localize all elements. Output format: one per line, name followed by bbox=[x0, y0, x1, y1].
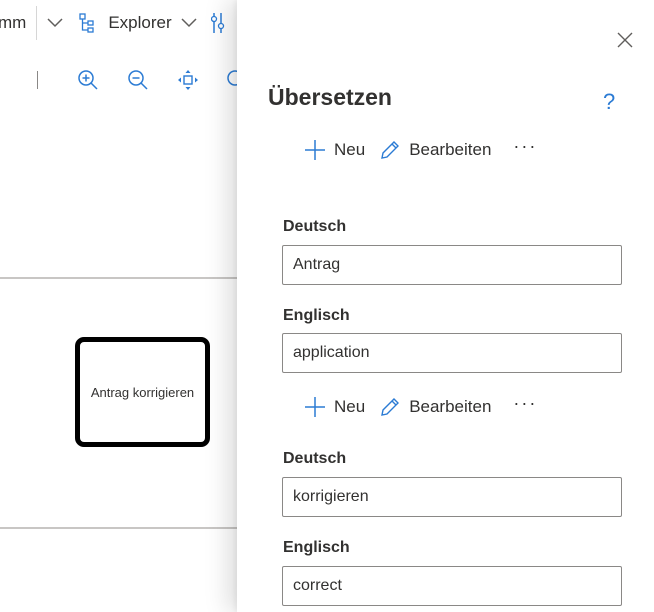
help-icon[interactable]: ? bbox=[603, 90, 615, 114]
task-shape[interactable]: Antrag korrigieren bbox=[75, 337, 210, 447]
english-field-label: Englisch bbox=[283, 539, 350, 556]
toolbar-partial-label[interactable]: mm bbox=[0, 13, 26, 33]
panel-title: Übersetzen bbox=[268, 84, 392, 110]
new-button-label: Neu bbox=[334, 140, 366, 159]
explorer-button[interactable]: Explorer bbox=[108, 13, 171, 33]
german-field[interactable] bbox=[282, 477, 622, 517]
command-bar: Neu Bearbeiten ··· bbox=[304, 135, 537, 165]
edit-button[interactable]: Bearbeiten bbox=[379, 139, 491, 161]
zoom-in-icon[interactable] bbox=[74, 66, 102, 94]
german-field[interactable] bbox=[282, 245, 622, 285]
explorer-chevron-down-icon[interactable] bbox=[181, 18, 197, 28]
zoom-toolbar bbox=[0, 60, 260, 100]
pencil-icon bbox=[381, 398, 400, 416]
more-options-icon[interactable]: ··· bbox=[513, 137, 537, 159]
edit-button-label: Bearbeiten bbox=[409, 140, 492, 159]
top-toolbar: mm Explorer bbox=[0, 0, 260, 46]
task-label: Antrag korrigieren bbox=[90, 384, 195, 400]
zoom-out-icon[interactable] bbox=[124, 66, 152, 94]
plus-icon bbox=[305, 397, 325, 417]
swimlane-divider bbox=[0, 527, 260, 529]
command-bar: Neu Bearbeiten ··· bbox=[304, 392, 537, 422]
settings-sliders-icon[interactable] bbox=[210, 12, 225, 34]
chevron-down-icon[interactable] bbox=[47, 18, 63, 28]
new-button[interactable]: Neu bbox=[304, 396, 365, 418]
swimlane-divider bbox=[0, 277, 260, 279]
close-button[interactable] bbox=[615, 30, 635, 50]
english-field-label: Englisch bbox=[283, 307, 350, 324]
fit-to-screen-icon[interactable] bbox=[174, 66, 202, 94]
toolbar-divider-small bbox=[37, 71, 38, 89]
german-field-label: Deutsch bbox=[283, 218, 347, 235]
english-field[interactable] bbox=[282, 333, 622, 373]
close-icon bbox=[617, 32, 633, 48]
english-field[interactable] bbox=[282, 566, 622, 606]
pencil-icon bbox=[381, 141, 400, 159]
tree-structure-icon bbox=[79, 13, 95, 33]
toolbar-divider bbox=[36, 6, 38, 40]
more-options-icon[interactable]: ··· bbox=[513, 394, 537, 416]
plus-icon bbox=[305, 140, 325, 160]
edit-button-label: Bearbeiten bbox=[409, 397, 492, 416]
german-field-label: Deutsch bbox=[283, 450, 347, 467]
new-button-label: Neu bbox=[334, 397, 366, 416]
new-button[interactable]: Neu bbox=[304, 139, 365, 161]
translate-panel: Übersetzen ? Neu Bearbeiten ··· Deutsch … bbox=[237, 0, 654, 612]
edit-button[interactable]: Bearbeiten bbox=[379, 396, 491, 418]
